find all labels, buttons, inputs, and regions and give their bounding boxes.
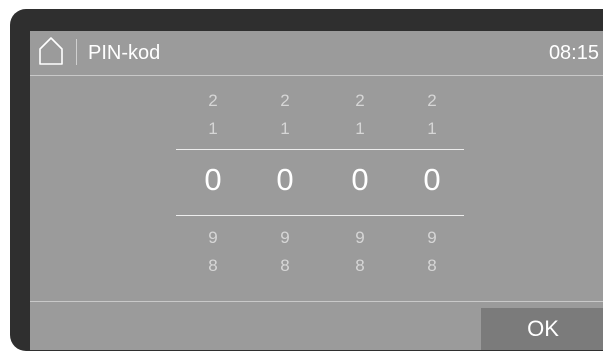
device-bezel: PIN-kod 08:15 2 1 0 9 8 2 1 0 9 8 2 1 0 … (10, 9, 603, 351)
wheel-digit: 8 (280, 256, 290, 275)
pin-digit-wheel-1[interactable]: 2 1 0 9 8 (193, 77, 233, 297)
wheel-digit: 2 (427, 91, 437, 110)
wheel-digit: 9 (355, 228, 365, 247)
pin-digit-value: 0 (276, 162, 294, 197)
wheel-digit: 9 (208, 228, 218, 247)
wheel-digit: 8 (427, 256, 437, 275)
wheel-digit: 2 (280, 91, 290, 110)
pin-digit-value: 0 (423, 162, 441, 197)
display-screen: PIN-kod 08:15 2 1 0 9 8 2 1 0 9 8 2 1 0 … (30, 31, 603, 350)
pin-digit-wheel-3[interactable]: 2 1 0 9 8 (340, 77, 380, 297)
wheel-digit: 1 (208, 119, 218, 138)
wheel-digit: 9 (280, 228, 290, 247)
pin-digit-wheel-2[interactable]: 2 1 0 9 8 (265, 77, 305, 297)
wheel-digit: 2 (355, 91, 365, 110)
header-divider (76, 39, 77, 65)
ok-button[interactable]: OK (481, 308, 603, 350)
footer-divider (30, 301, 603, 302)
header-bar: PIN-kod 08:15 (30, 31, 603, 76)
clock: 08:15 (548, 42, 599, 64)
pin-digit-wheel-4[interactable]: 2 1 0 9 8 (412, 77, 452, 297)
wheel-digit: 9 (427, 228, 437, 247)
wheel-digit: 8 (208, 256, 218, 275)
wheel-digit: 1 (280, 119, 290, 138)
page-title: PIN-kod (88, 42, 161, 64)
wheel-digit: 1 (355, 119, 365, 138)
pin-digit-value: 0 (351, 162, 369, 197)
wheel-digit: 8 (355, 256, 365, 275)
pin-digit-value: 0 (204, 162, 222, 197)
wheel-digit: 2 (208, 91, 218, 110)
home-icon[interactable] (38, 36, 64, 66)
wheel-digit: 1 (427, 119, 437, 138)
